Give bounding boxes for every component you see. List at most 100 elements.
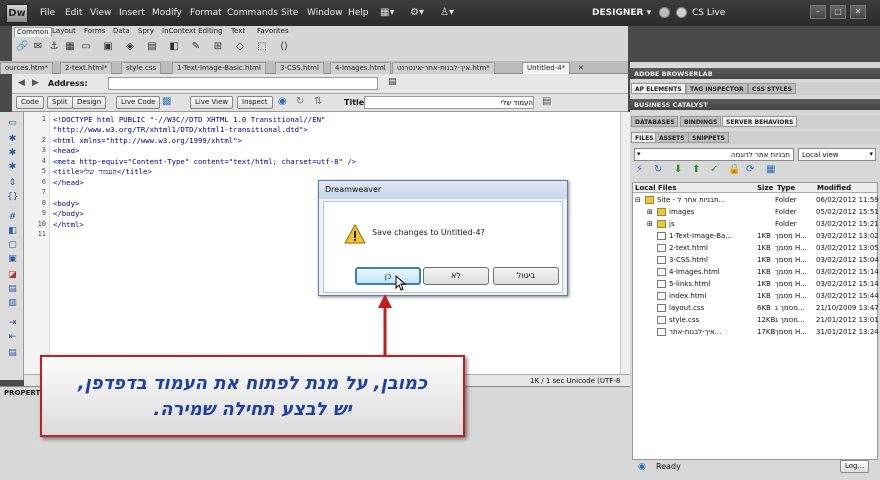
open-documents-icon[interactable]: ▭ xyxy=(7,118,18,128)
doc-tab[interactable]: 2-text.html* xyxy=(60,62,113,74)
live-view-button[interactable]: Live View xyxy=(190,96,234,109)
menu-window[interactable]: Window xyxy=(307,8,343,18)
remove-comment-icon[interactable]: ▣ xyxy=(7,254,18,264)
expand-all-icon[interactable]: ✱ xyxy=(7,162,18,172)
workspace-switcher[interactable]: DESIGNER ▾ xyxy=(592,8,651,18)
insert-tab-favorites[interactable]: Favorites xyxy=(255,27,291,37)
file-row[interactable]: ⊞ js Folder 03/02/2012 15:21 xyxy=(633,218,879,230)
wrap-tag-icon[interactable]: ◪ xyxy=(7,270,18,280)
menu-commands[interactable]: Commands xyxy=(227,8,278,18)
check-page-icon[interactable]: ▤ xyxy=(542,96,551,107)
date-icon[interactable]: ▤ xyxy=(146,41,158,53)
collapse-tag-icon[interactable]: ✱ xyxy=(7,134,18,144)
table-icon[interactable]: ▦ xyxy=(64,41,76,53)
tab-tag-inspector[interactable]: TAG INSPECTOR xyxy=(686,83,748,94)
tab-snippets[interactable]: SNIPPETS xyxy=(688,132,729,143)
file-row[interactable]: ⊞ images Folder 05/02/2012 15:51 xyxy=(633,206,879,218)
cs-live-button[interactable]: CS Live xyxy=(692,8,725,18)
inspect-button[interactable]: Inspect xyxy=(237,96,273,109)
menu-view[interactable]: View xyxy=(90,8,111,18)
menu-site[interactable]: Site xyxy=(281,8,298,18)
div-icon[interactable]: ▭ xyxy=(80,41,92,53)
recent-snippets-icon[interactable]: ▤ xyxy=(7,284,18,294)
tab-bindings[interactable]: BINDINGS xyxy=(680,116,722,127)
comment-icon[interactable]: ✎ xyxy=(190,41,202,53)
title-input[interactable] xyxy=(364,96,534,109)
move-css-icon[interactable]: ▥ xyxy=(7,298,18,308)
menu-help[interactable]: Help xyxy=(348,8,369,18)
file-management-icon[interactable]: ⇅ xyxy=(314,96,322,107)
format-source-icon[interactable]: ▤ xyxy=(7,348,18,358)
insert-tab-data[interactable]: Data xyxy=(111,27,132,37)
site-manager-icon[interactable]: ♙▾ xyxy=(440,7,454,18)
script-icon[interactable]: ◇ xyxy=(234,41,246,53)
doc-tab[interactable]: 4-Images.html xyxy=(330,62,391,74)
file-row[interactable]: 3-CSS.html 1KB מסמך H... 03/02/2012 15:0… xyxy=(633,254,879,266)
sync-icon[interactable]: ⟳ xyxy=(746,164,754,175)
tab-server-behaviors[interactable]: SERVER BEHAVIORS xyxy=(722,116,798,127)
file-row[interactable]: 5-links.html 1KB מסמך H... 03/02/2012 15… xyxy=(633,278,879,290)
menu-edit[interactable]: Edit xyxy=(65,8,82,18)
email-link-icon[interactable]: ✉ xyxy=(32,41,44,53)
balance-braces-icon[interactable]: {} xyxy=(7,192,18,202)
select-parent-tag-icon[interactable]: ⇕ xyxy=(7,178,18,188)
refresh-files-icon[interactable]: ↻ xyxy=(654,164,662,175)
head-icon[interactable]: ⊞ xyxy=(212,41,224,53)
menu-format[interactable]: Format xyxy=(190,8,222,18)
search-icon[interactable] xyxy=(659,7,670,18)
expand-panel-icon[interactable]: ▦ xyxy=(766,164,775,175)
highlight-invalid-icon[interactable]: ◧ xyxy=(7,226,18,236)
template-icon[interactable]: ⬚ xyxy=(256,41,268,53)
forward-icon[interactable]: ▶ xyxy=(32,78,39,88)
back-icon[interactable]: ◀ xyxy=(18,78,25,88)
doc-tab[interactable]: style.css xyxy=(121,62,162,74)
insert-tab-spry[interactable]: Spry xyxy=(136,27,156,37)
connect-icon[interactable]: ⚡ xyxy=(636,164,643,175)
menu-insert[interactable]: Insert xyxy=(119,8,145,18)
tab-css-styles[interactable]: CSS STYLES xyxy=(748,83,796,94)
doc-tab[interactable]: 3-CSS.html xyxy=(275,62,324,74)
put-files-icon[interactable]: ⬆ xyxy=(692,164,700,175)
expand-icon[interactable]: ⊞ xyxy=(647,220,653,228)
menu-modify[interactable]: Modify xyxy=(152,8,182,18)
file-row[interactable]: ⊟ Site - תבניות אתר ל... Folder 06/02/20… xyxy=(633,194,879,206)
address-input[interactable] xyxy=(108,77,378,90)
file-row[interactable]: 2-text.html 1KB מסמך H... 03/02/2012 13:… xyxy=(633,242,879,254)
cancel-button[interactable]: ביטול xyxy=(493,267,559,285)
code-view-icon[interactable]: ⚙▾ xyxy=(410,7,424,18)
image-icon[interactable]: ▣ xyxy=(102,41,114,53)
tab-assets[interactable]: ASSETS xyxy=(655,132,689,143)
close-button[interactable]: ✕ xyxy=(850,5,866,19)
file-row[interactable]: איך-לבנות-אתר... 17KB מסמך H... 31/01/20… xyxy=(633,326,879,338)
properties-header[interactable]: PROPERT xyxy=(4,389,40,397)
outdent-icon[interactable]: ⇤ xyxy=(7,332,18,342)
hyperlink-icon[interactable]: 🔗 xyxy=(16,41,28,53)
view-select[interactable]: Local view ▾ xyxy=(798,148,876,161)
column-local-files[interactable]: Local Files xyxy=(633,183,755,193)
column-modified[interactable]: Modified xyxy=(815,183,877,193)
tab-ap-elements[interactable]: AP ELEMENTS xyxy=(631,83,686,94)
refresh-icon[interactable]: ↻ xyxy=(296,96,304,107)
layout-icon[interactable]: ▦▾ xyxy=(380,7,394,18)
file-row[interactable]: index.html 1KB מסמך H... 03/02/2012 15:4… xyxy=(633,290,879,302)
design-view-button[interactable]: Design xyxy=(72,96,107,109)
file-row[interactable]: 4-Images.html 1KB מסמך H... 03/02/2012 1… xyxy=(633,266,879,278)
live-code-button[interactable]: Live Code xyxy=(116,96,161,109)
address-history-icon[interactable]: ▤ xyxy=(388,77,397,87)
inspect-icon[interactable]: ▩ xyxy=(162,96,171,107)
tag-chooser-icon[interactable]: ⟨⟩ xyxy=(278,41,290,53)
doc-tab-active[interactable]: Untitled-4* xyxy=(522,62,571,74)
apply-comment-icon[interactable]: ▢ xyxy=(7,240,18,250)
code-scrollbar[interactable] xyxy=(620,112,630,374)
menu-file[interactable]: File xyxy=(40,8,55,18)
file-row[interactable]: 1-Text-Image-Ba... 1KB מסמך H... 03/02/2… xyxy=(633,230,879,242)
server-include-icon[interactable]: ◧ xyxy=(168,41,180,53)
split-view-button[interactable]: Split xyxy=(47,96,73,109)
tab-files[interactable]: FILES xyxy=(631,132,658,143)
anchor-icon[interactable]: ⚓ xyxy=(48,41,60,53)
insert-tab-incontext[interactable]: InContext Editing xyxy=(160,27,225,37)
preview-browser-icon[interactable]: ◉ xyxy=(278,96,287,107)
no-button[interactable]: לא xyxy=(423,267,489,285)
insert-tab-forms[interactable]: Forms xyxy=(82,27,107,37)
business-catalyst-header[interactable]: BUSINESS CATALYST xyxy=(630,99,880,110)
